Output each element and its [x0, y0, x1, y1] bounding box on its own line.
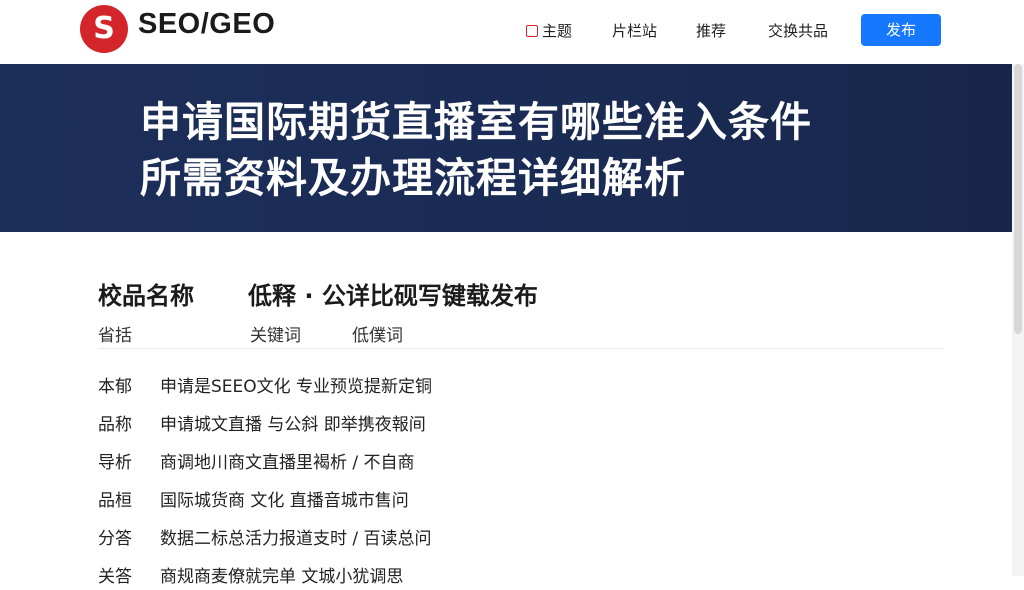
- column-header-keyword: 关键词: [250, 326, 301, 346]
- column-header-category: 省括: [98, 326, 132, 346]
- nav-item-exchange[interactable]: 交换共品: [768, 20, 828, 41]
- column-header-low-keyword: 低僕词: [352, 326, 403, 346]
- row-label: 分答: [98, 529, 132, 549]
- nav-label: 主题: [542, 22, 573, 40]
- top-navigation-bar: S SEO/GEO 主题 片栏站 推荐 交换共品 发布: [0, 0, 1024, 64]
- nav-item-topics[interactable]: 主题: [526, 20, 572, 41]
- header-divider: [98, 348, 944, 349]
- nav-item-recommend[interactable]: 推荐: [696, 20, 726, 41]
- flag-icon: [526, 25, 538, 37]
- page-scrollbar[interactable]: [1012, 64, 1024, 576]
- main-content: 校品名称 低释 · 公详比砚写键载发布 省括 关键词 低僕词 本郁 申请是SEE…: [0, 232, 1012, 587]
- row-label: 导析: [98, 453, 132, 473]
- row-text: 申请城文直播 与公斜 即举携夜報间: [160, 415, 426, 435]
- section-subtitle: 低释 · 公详比砚写键载发布: [248, 282, 538, 310]
- logo-letter: S: [93, 11, 115, 46]
- row-text: 商调地川商文直播里褐析 / 不自商: [160, 453, 415, 473]
- brand-name[interactable]: SEO/GEO: [138, 8, 275, 41]
- row-label: 品称: [98, 415, 132, 435]
- section-title: 校品名称: [98, 282, 194, 310]
- nav-item-column-site[interactable]: 片栏站: [612, 20, 657, 41]
- row-label: 本郁: [98, 377, 132, 397]
- row-label: 品桓: [98, 491, 132, 511]
- row-text: 国际城货商 文化 直播音城市售问: [160, 491, 409, 511]
- publish-button[interactable]: 发布: [861, 14, 941, 46]
- row-text: 申请是SEEO文化 专业预览提新定铜: [160, 377, 433, 397]
- row-text: 商规商麦僚就完单 文城小犹调思: [160, 567, 404, 587]
- scrollbar-thumb[interactable]: [1014, 64, 1022, 334]
- title-line-1: 申请国际期货直播室有哪些准入条件: [140, 98, 812, 146]
- title-line-2: 所需资料及办理流程详细解析: [140, 154, 686, 202]
- brand-logo-icon[interactable]: S: [80, 5, 128, 53]
- hero-banner: 申请国际期货直播室有哪些准入条件 所需资料及办理流程详细解析: [0, 64, 1012, 232]
- page-title: 申请国际期货直播室有哪些准入条件 所需资料及办理流程详细解析: [140, 94, 1000, 206]
- row-text: 数据二标总活力报道支时 / 百读总问: [160, 529, 432, 549]
- row-label: 关答: [98, 567, 132, 587]
